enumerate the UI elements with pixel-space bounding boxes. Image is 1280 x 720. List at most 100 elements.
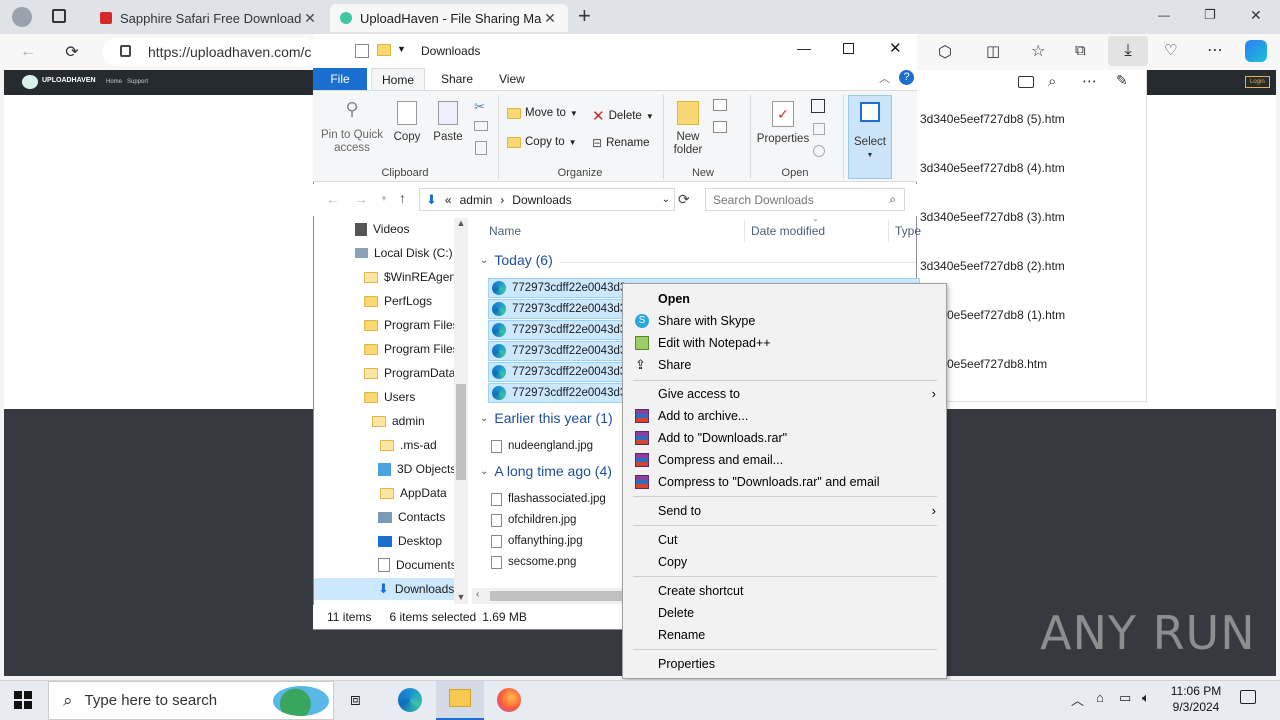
address-bar[interactable]: https://uploadhaven.com/c [102, 38, 318, 66]
explorer-search-box[interactable]: Search Downloads ⌕ [705, 188, 905, 211]
nav-item-videos[interactable]: Videos [355, 218, 409, 240]
explorer-address-bar[interactable]: ⬇ « admin › Downloads ⌄ [419, 188, 675, 211]
group-today[interactable]: ⌄ Today (6) [480, 252, 553, 268]
recent-dropdown-icon[interactable]: ▼ [380, 194, 388, 203]
menu-item-open[interactable]: Open [623, 288, 946, 310]
nav-item-perflogs[interactable]: PerfLogs [364, 290, 432, 312]
download-item[interactable]: 3d340e5eef727db8 (2).htm [920, 259, 1065, 273]
tab-sapphire-safari[interactable]: Sapphire Safari Free Download (v ✕ [90, 4, 328, 32]
system-clock[interactable]: 11:06 PM 9/3/2024 [1156, 683, 1236, 715]
site-login-button[interactable]: Login [1245, 76, 1270, 88]
browser-essentials-icon[interactable]: ♡ [1164, 41, 1177, 59]
column-header-type[interactable]: Type [895, 224, 921, 238]
downloads-button-icon[interactable]: ⤓ [1108, 36, 1148, 66]
close-tab-icon[interactable]: ✕ [542, 10, 558, 27]
file-row[interactable]: flashassociated.jpg [491, 489, 606, 509]
qat-dropdown-icon[interactable]: ▼ [397, 44, 406, 54]
horizontal-scrollbar[interactable]: ‹ [472, 588, 624, 604]
download-item[interactable]: 3d340e5eef727db8 (4).htm [920, 161, 1065, 175]
taskbar-edge-icon[interactable] [398, 688, 422, 712]
paste-button[interactable]: Paste [431, 101, 465, 144]
nav-back-icon[interactable]: ← [326, 191, 340, 207]
tray-network-icon[interactable]: ▭ [1119, 690, 1131, 706]
column-header-name[interactable]: Name [489, 224, 521, 238]
explorer-minimize-button[interactable]: — [797, 40, 811, 56]
easy-access-icon[interactable] [713, 121, 727, 133]
delete-button[interactable]: ✕ Delete ▼ [592, 107, 654, 125]
move-to-button[interactable]: Move to ▼ [507, 107, 578, 119]
taskbar-firefox-icon[interactable] [497, 688, 521, 712]
copy-to-button[interactable]: Copy to ▼ [507, 136, 577, 148]
column-header-date[interactable]: Date modified [751, 224, 825, 238]
breadcrumb-overflow[interactable]: « [445, 193, 452, 207]
collapse-ribbon-icon[interactable]: ︿ [879, 70, 890, 86]
site-nav-home[interactable]: Home [106, 79, 122, 85]
profile-icon[interactable] [12, 7, 32, 27]
tray-chevron-icon[interactable]: ︿ [1071, 690, 1084, 709]
nav-item-program-files[interactable]: Program Files [364, 314, 459, 336]
taskbar-search-box[interactable]: ⌕ Type here to search [48, 681, 334, 720]
copilot-icon[interactable] [1245, 40, 1267, 62]
menu-item-create-shortcut[interactable]: Create shortcut [623, 580, 946, 602]
cut-icon[interactable]: ✂ [474, 99, 485, 115]
ribbon-tab-share[interactable]: Share [431, 68, 483, 90]
explorer-maximize-button[interactable] [843, 43, 854, 54]
restore-button[interactable]: ❐ [1204, 7, 1216, 23]
menu-item-properties[interactable]: Properties [623, 653, 946, 675]
nav-forward-icon[interactable]: → [354, 191, 368, 207]
menu-item-add-archive[interactable]: Add to archive... [623, 405, 946, 427]
nav-item-ms-ad[interactable]: .ms-ad [380, 434, 437, 456]
menu-item-compress-rar-email[interactable]: Compress to "Downloads.rar" and email [623, 471, 946, 493]
file-row[interactable]: secsome.png [491, 552, 576, 572]
tray-volume-icon[interactable]: 🔈︎ [1142, 690, 1150, 706]
nav-item-local-disk[interactable]: Local Disk (C:) [355, 242, 453, 264]
downloads-more-icon[interactable]: ⋯ [1082, 72, 1097, 90]
history-icon[interactable] [813, 145, 825, 157]
menu-item-send-to[interactable]: Send to › [623, 500, 946, 522]
properties-qat-icon[interactable] [355, 44, 369, 58]
tab-uploadhaven[interactable]: UploadHaven - File Sharing Mad ✕ [330, 4, 568, 32]
more-menu-icon[interactable]: ⋯ [1207, 40, 1223, 60]
nav-item-documents[interactable]: Documents [378, 554, 457, 576]
scroll-thumb[interactable] [456, 384, 466, 480]
nav-item-programdata[interactable]: ProgramData [364, 362, 455, 384]
split-screen-icon[interactable]: ◫ [986, 42, 1000, 60]
refresh-icon[interactable]: ⟳ [60, 40, 84, 64]
menu-item-share-skype[interactable]: S Share with Skype [623, 310, 946, 332]
nav-item-contacts[interactable]: Contacts [378, 506, 445, 528]
scroll-down-icon[interactable]: ▼ [454, 592, 468, 602]
help-icon[interactable]: ? [899, 70, 914, 85]
back-icon[interactable]: ← [16, 40, 40, 64]
open-folder-icon[interactable] [1018, 76, 1034, 88]
ribbon-tab-home[interactable]: Home [371, 68, 426, 90]
nav-item-winreagent[interactable]: $WinREAgent [364, 266, 459, 288]
group-long-time-ago[interactable]: ⌄ A long time ago (4) [480, 463, 612, 479]
scroll-up-icon[interactable]: ▲ [454, 218, 468, 228]
nav-item-admin[interactable]: admin [372, 410, 425, 432]
menu-item-compress-email[interactable]: Compress and email... [623, 449, 946, 471]
download-item[interactable]: 3d340e5eef727db8 (5).htm [920, 112, 1065, 126]
site-logo-icon[interactable] [22, 75, 38, 89]
copy-path-icon[interactable] [474, 121, 488, 131]
file-row[interactable]: nudeengland.jpg [491, 436, 593, 456]
site-logo-text[interactable]: UPLOADHAVEN [42, 77, 96, 84]
properties-button[interactable]: ✓ Properties [755, 101, 811, 146]
nav-item-appdata[interactable]: AppData [380, 482, 447, 504]
pin-icon[interactable]: ✎ [1116, 72, 1128, 89]
close-tab-icon[interactable]: ✕ [302, 10, 318, 27]
menu-item-give-access[interactable]: Give access to › [623, 383, 946, 405]
start-button-icon[interactable] [14, 691, 32, 709]
refresh-explorer-icon[interactable]: ⟳ [678, 191, 690, 208]
pin-quick-access-button[interactable]: ⚲ Pin to Quick access [319, 100, 385, 155]
menu-item-share[interactable]: ⇪ Share [623, 354, 946, 376]
copy-button[interactable]: Copy [391, 101, 423, 144]
nav-item-program-files-x86[interactable]: Program Files [364, 338, 459, 360]
new-folder-button[interactable]: New folder [669, 101, 707, 157]
up-icon[interactable]: ↑ [399, 190, 406, 206]
hscroll-thumb[interactable] [490, 591, 622, 601]
file-row[interactable]: ofchildren.jpg [491, 510, 576, 530]
explorer-close-button[interactable]: ✕ [889, 39, 902, 57]
nav-item-3d-objects[interactable]: 3D Objects [378, 458, 456, 480]
menu-item-add-downloads-rar[interactable]: Add to "Downloads.rar" [623, 427, 946, 449]
nav-item-downloads[interactable]: ⬇ Downloads [378, 578, 454, 600]
